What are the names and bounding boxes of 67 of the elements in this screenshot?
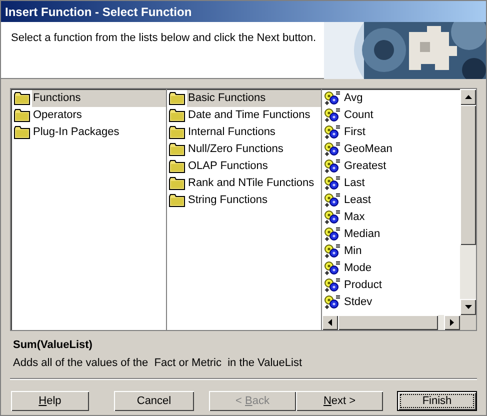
folder-icon — [169, 92, 185, 105]
list-item[interactable]: Functions — [32, 90, 166, 107]
dialog-button[interactable]: Help — [11, 391, 89, 411]
function-icon — [324, 244, 341, 260]
right-arrow-icon — [450, 319, 454, 326]
dialog-button[interactable]: Next > — [296, 391, 383, 411]
folder-icon — [169, 109, 185, 122]
list-item[interactable]: Greatest — [343, 158, 388, 175]
list-item[interactable]: Operators — [32, 107, 83, 124]
list-item[interactable]: Count — [343, 107, 374, 124]
vertical-scrollbar[interactable] — [460, 89, 476, 315]
scroll-left-button[interactable] — [322, 315, 338, 330]
function-icon — [324, 226, 341, 242]
list-item[interactable]: Least — [343, 192, 372, 209]
function-icon — [324, 108, 341, 124]
function-icon — [324, 158, 341, 174]
function-icon — [324, 90, 341, 106]
function-signature: Sum(ValueList) — [13, 338, 94, 353]
list-item[interactable]: Median — [343, 226, 382, 243]
list-item[interactable]: Stdev — [343, 294, 374, 311]
folder-icon — [169, 177, 185, 190]
function-icon — [324, 142, 341, 158]
scrollbar-corner — [460, 315, 476, 330]
scroll-right-button[interactable] — [444, 315, 460, 330]
list-item[interactable]: Mode — [343, 260, 373, 277]
scroll-down-button[interactable] — [460, 299, 476, 315]
horizontal-scrollbar[interactable] — [322, 315, 476, 330]
up-arrow-icon — [464, 95, 472, 99]
left-arrow-icon — [328, 319, 332, 326]
down-arrow-icon — [464, 305, 472, 309]
list-item[interactable]: Date and Time Functions — [187, 107, 312, 124]
list-item[interactable]: Internal Functions — [187, 124, 276, 141]
function-icon — [324, 210, 341, 226]
list-item[interactable]: OLAP Functions — [187, 158, 269, 175]
list-item[interactable]: Min — [343, 243, 363, 260]
list-item[interactable]: Last — [343, 175, 366, 192]
folder-icon — [169, 143, 185, 156]
folder-icon — [169, 160, 185, 173]
function-icon — [324, 260, 341, 276]
function-icon — [324, 278, 341, 294]
function-icon — [324, 124, 341, 140]
function-icon — [324, 192, 341, 208]
list-item[interactable]: Product — [343, 277, 383, 294]
list-item[interactable]: Avg — [343, 90, 364, 107]
list-item[interactable]: Null/Zero Functions — [187, 141, 284, 158]
folder-icon — [169, 194, 185, 207]
scroll-up-button[interactable] — [460, 89, 476, 105]
function-description: Adds all of the values of the Fact or Metric in the ValueList — [13, 356, 303, 370]
window-title: Insert Function - Select Function — [5, 4, 192, 20]
dialog-button[interactable]: Finish — [397, 391, 477, 411]
instruction-text: Select a function from the lists below and click the Next button. — [10, 31, 316, 46]
list-item[interactable]: GeoMean — [343, 141, 394, 158]
folder-icon — [14, 92, 30, 105]
folder-icon — [14, 126, 30, 139]
function-icon — [324, 176, 341, 192]
function-icon — [324, 294, 341, 310]
scroll-thumb[interactable] — [460, 105, 476, 245]
list-item[interactable]: Rank and NTile Functions — [187, 175, 316, 192]
list-item[interactable]: Basic Functions — [187, 90, 321, 107]
list-item[interactable]: String Functions — [187, 192, 268, 209]
list-item[interactable]: Plug-In Packages — [32, 124, 120, 141]
list-item[interactable]: Max — [343, 209, 366, 226]
folder-icon — [169, 126, 185, 139]
dialog-button[interactable]: Cancel — [114, 391, 194, 411]
list-item[interactable]: First — [343, 124, 366, 141]
folder-icon — [14, 109, 30, 122]
scroll-thumb[interactable] — [338, 315, 438, 330]
